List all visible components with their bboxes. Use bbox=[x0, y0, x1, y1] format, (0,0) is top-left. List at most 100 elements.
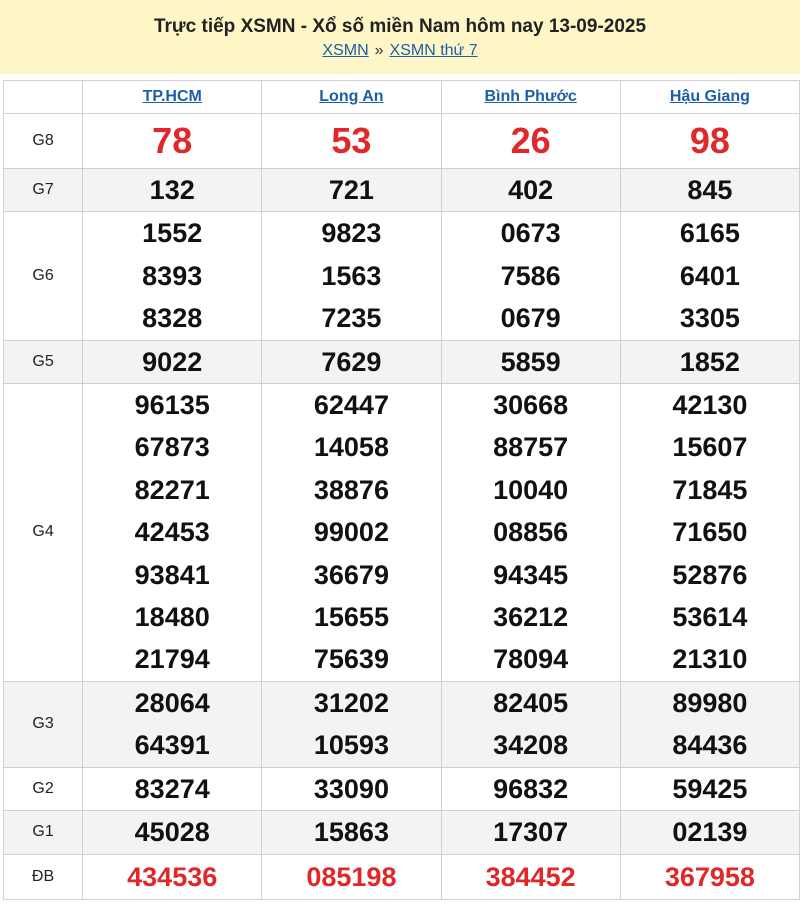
prize-cell: 845 bbox=[619, 167, 800, 213]
lottery-number: 10040 bbox=[493, 474, 569, 505]
prize-label: G6 bbox=[2, 211, 84, 341]
prize-row-g3: G3 28064 64391 31202 10593 82405 34208 89980 844… bbox=[2, 680, 800, 768]
lottery-number: 9022 bbox=[142, 346, 203, 377]
lottery-number: 7629 bbox=[321, 346, 382, 377]
prize-cell: 402 bbox=[440, 167, 621, 213]
lottery-number: 89980 bbox=[672, 687, 748, 718]
province-header-longan: Long An bbox=[261, 80, 442, 114]
lottery-number: 96832 bbox=[493, 773, 569, 804]
prize-cell: 26 bbox=[440, 113, 621, 169]
lottery-number: 402 bbox=[508, 175, 554, 205]
lottery-number: 8393 bbox=[142, 260, 203, 291]
lottery-number: 21310 bbox=[672, 644, 748, 675]
lottery-number: 02139 bbox=[672, 817, 748, 848]
prize-cell: 0673 7586 0679 bbox=[440, 211, 621, 341]
lottery-number: 67873 bbox=[134, 432, 210, 463]
prize-label: G7 bbox=[2, 167, 84, 213]
prize-cell: 17307 bbox=[440, 810, 621, 855]
lottery-number: 42130 bbox=[672, 390, 748, 421]
prize-cell: 5859 bbox=[440, 339, 621, 385]
prize-row-g7: G7 132 721 402 845 bbox=[2, 167, 800, 213]
lottery-number: 93841 bbox=[134, 559, 210, 590]
prize-cell: 59425 bbox=[619, 766, 800, 812]
lottery-number: 721 bbox=[328, 175, 374, 205]
prize-cell: 96832 bbox=[440, 766, 621, 812]
lottery-number: 59425 bbox=[672, 773, 748, 804]
prize-row-g4: G4 96135 67873 82271 42453 93841 18480 21794 624… bbox=[2, 383, 800, 682]
lottery-number: 8328 bbox=[142, 303, 203, 334]
lottery-number: 6165 bbox=[679, 218, 740, 249]
lottery-number: 1563 bbox=[321, 260, 382, 291]
lottery-number: 085198 bbox=[306, 861, 397, 892]
lottery-number: 33090 bbox=[313, 773, 389, 804]
prize-cell: 132 bbox=[82, 167, 263, 213]
lottery-number: 53614 bbox=[672, 602, 748, 633]
lottery-number: 64391 bbox=[134, 730, 210, 761]
prize-row-g1: G1 45028 15863 17307 02139 bbox=[2, 810, 800, 855]
prize-cell: 42130 15607 71845 71650 52876 53614 21310 bbox=[619, 383, 800, 682]
page-header: Trực tiếp XSMN - Xổ số miền Nam hôm nay … bbox=[0, 0, 800, 74]
lottery-number: 71650 bbox=[672, 517, 748, 548]
lottery-number: 7235 bbox=[321, 303, 382, 334]
breadcrumb-xsmn-thu7-link[interactable]: XSMN thứ 7 bbox=[390, 42, 478, 59]
lottery-number: 1852 bbox=[679, 346, 740, 377]
prize-label: G1 bbox=[2, 810, 84, 855]
prize-cell: 33090 bbox=[261, 766, 442, 812]
province-link-binhphuoc[interactable]: Bình Phước bbox=[484, 88, 576, 105]
lottery-number: 62447 bbox=[313, 390, 389, 421]
lottery-number: 1552 bbox=[142, 218, 203, 249]
lottery-number: 08856 bbox=[493, 517, 569, 548]
lottery-number: 31202 bbox=[313, 687, 389, 718]
prize-cell: 085198 bbox=[261, 853, 442, 900]
lottery-number: 367958 bbox=[664, 861, 755, 892]
lottery-number: 15607 bbox=[672, 432, 748, 463]
prize-cell: 30668 88757 10040 08856 94345 36212 78094 bbox=[440, 383, 621, 682]
prize-cell: 9022 bbox=[82, 339, 263, 385]
prize-cell: 15863 bbox=[261, 810, 442, 855]
lottery-number: 6401 bbox=[679, 260, 740, 291]
province-link-haugiang[interactable]: Hậu Giang bbox=[670, 88, 750, 105]
results-body: G8 78 53 26 98 G7 132 721 402 845 G6 1552 8393 8328 98… bbox=[2, 113, 800, 900]
lottery-number: 78094 bbox=[493, 644, 569, 675]
lottery-number: 53 bbox=[331, 120, 372, 161]
prize-row-g6: G6 1552 8393 8328 9823 1563 7235 0673 7586 0679 61… bbox=[2, 211, 800, 341]
lottery-number: 21794 bbox=[134, 644, 210, 675]
lottery-number: 0673 bbox=[500, 218, 561, 249]
prize-label: G3 bbox=[2, 680, 84, 768]
lottery-number: 96135 bbox=[134, 390, 210, 421]
lottery-number: 30668 bbox=[493, 390, 569, 421]
prize-cell: 45028 bbox=[82, 810, 263, 855]
prize-cell: 1852 bbox=[619, 339, 800, 385]
lottery-number: 83274 bbox=[134, 773, 210, 804]
province-header-binhphuoc: Bình Phước bbox=[440, 80, 621, 114]
prize-cell: 721 bbox=[261, 167, 442, 213]
lottery-number: 28064 bbox=[134, 687, 210, 718]
prize-label: G2 bbox=[2, 766, 84, 812]
prize-row-g5: G5 9022 7629 5859 1852 bbox=[2, 339, 800, 385]
prize-cell: 98 bbox=[619, 113, 800, 169]
lottery-number: 26 bbox=[510, 120, 551, 161]
prize-cell: 1552 8393 8328 bbox=[82, 211, 263, 341]
prize-cell: 367958 bbox=[619, 853, 800, 900]
prize-row-g8: G8 78 53 26 98 bbox=[2, 113, 800, 169]
province-link-tphcm[interactable]: TP.HCM bbox=[143, 88, 202, 105]
lottery-number: 15655 bbox=[313, 602, 389, 633]
lottery-number: 52876 bbox=[672, 559, 748, 590]
lottery-number: 17307 bbox=[493, 817, 569, 848]
prize-row-db: ĐB 434536 085198 384452 367958 bbox=[2, 853, 800, 900]
lottery-number: 434536 bbox=[127, 861, 218, 892]
lottery-number: 99002 bbox=[313, 517, 389, 548]
province-header-haugiang: Hậu Giang bbox=[619, 80, 800, 114]
lottery-number: 845 bbox=[687, 175, 733, 205]
lottery-number: 9823 bbox=[321, 218, 382, 249]
prize-cell: 434536 bbox=[82, 853, 263, 900]
prize-cell: 62447 14058 38876 99002 36679 15655 75639 bbox=[261, 383, 442, 682]
lottery-number: 5859 bbox=[500, 346, 561, 377]
lottery-number: 38876 bbox=[313, 474, 389, 505]
province-link-longan[interactable]: Long An bbox=[319, 88, 383, 105]
breadcrumb-xsmn-link[interactable]: XSMN bbox=[322, 42, 368, 59]
lottery-number: 84436 bbox=[672, 730, 748, 761]
results-table: TP.HCM Long An Bình Phước Hậu Giang G8 78… bbox=[2, 80, 800, 900]
lottery-number: 10593 bbox=[313, 730, 389, 761]
lottery-number: 15863 bbox=[313, 817, 389, 848]
